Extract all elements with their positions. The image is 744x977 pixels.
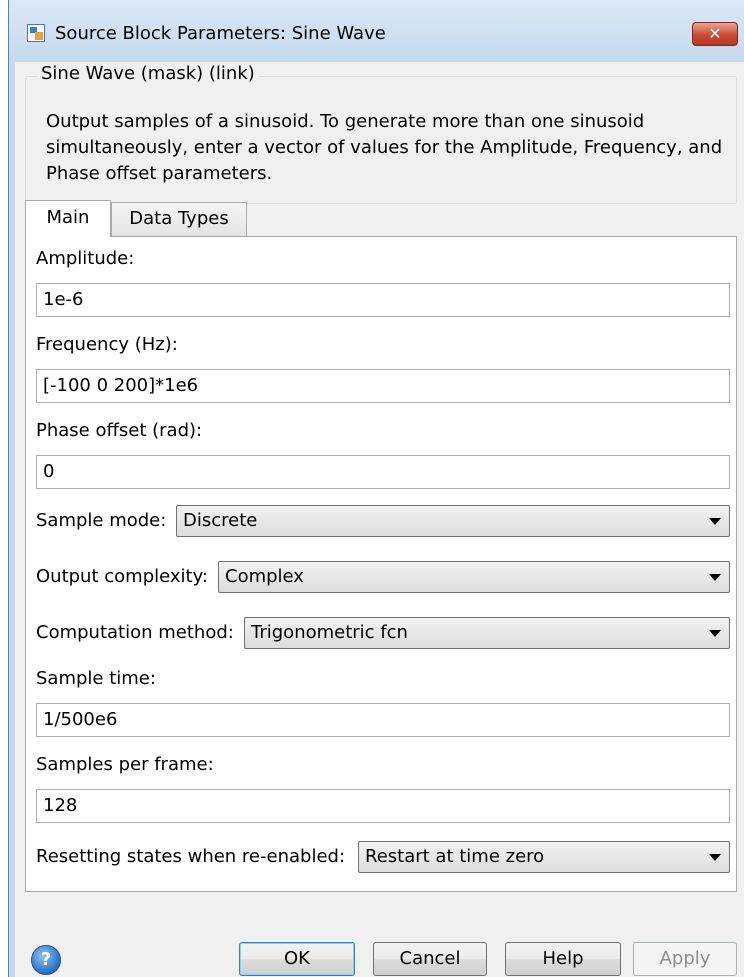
frequency-field[interactable]: [-100 0 200]*1e6 — [36, 369, 730, 403]
tab-main[interactable]: Main — [25, 200, 111, 237]
output-complexity-select[interactable]: Complex — [218, 561, 730, 593]
resetting-states-value: Restart at time zero — [365, 846, 545, 867]
mask-description: Output samples of a sinusoid. To generat… — [46, 111, 723, 184]
dialog-client: Output samples of a sinusoid. To generat… — [15, 62, 744, 977]
dropdown-arrow-icon — [709, 630, 721, 637]
samples-per-frame-field[interactable]: 128 — [36, 789, 730, 823]
title-bar[interactable]: Source Block Parameters: Sine Wave ✕ — [9, 0, 744, 62]
computation-method-value: Trigonometric fcn — [251, 622, 408, 643]
computation-method-label: Computation method: — [36, 622, 234, 643]
samples-per-frame-label: Samples per frame: — [36, 754, 214, 775]
output-complexity-value: Complex — [225, 566, 304, 587]
simulink-block-icon — [27, 24, 45, 42]
computation-method-select[interactable]: Trigonometric fcn — [244, 617, 730, 649]
sample-time-field[interactable]: 1/500e6 — [36, 703, 730, 737]
window-title: Source Block Parameters: Sine Wave — [55, 23, 386, 44]
amplitude-label: Amplitude: — [36, 248, 135, 269]
resetting-states-label: Resetting states when re-enabled: — [36, 846, 346, 867]
dropdown-arrow-icon — [709, 854, 721, 861]
tab-panel-main: Amplitude: 1e-6 Frequency (Hz): [-100 0 … — [25, 236, 737, 892]
dialog-window: Source Block Parameters: Sine Wave ✕ Out… — [8, 0, 744, 977]
phase-offset-label: Phase offset (rad): — [36, 420, 203, 441]
sample-mode-value: Discrete — [183, 510, 258, 531]
ok-button[interactable]: OK — [239, 942, 355, 976]
apply-button[interactable]: Apply — [633, 942, 737, 976]
close-button[interactable]: ✕ — [692, 22, 738, 46]
sample-mode-select[interactable]: Discrete — [176, 505, 730, 537]
phase-offset-field[interactable]: 0 — [36, 455, 730, 489]
help-button[interactable]: Help — [505, 942, 621, 976]
mask-title: Sine Wave (mask) (link) — [37, 62, 259, 86]
sample-time-label: Sample time: — [36, 668, 156, 689]
amplitude-field[interactable]: 1e-6 — [36, 283, 730, 317]
dropdown-arrow-icon — [709, 574, 721, 581]
sample-mode-label: Sample mode: — [36, 510, 167, 531]
mask-description-group: Output samples of a sinusoid. To generat… — [25, 76, 737, 204]
output-complexity-label: Output complexity: — [36, 566, 208, 587]
resetting-states-select[interactable]: Restart at time zero — [358, 841, 730, 873]
cancel-button[interactable]: Cancel — [373, 942, 487, 976]
help-icon[interactable]: ? — [31, 945, 61, 975]
dropdown-arrow-icon — [709, 518, 721, 525]
tab-data-types[interactable]: Data Types — [111, 202, 247, 236]
frequency-label: Frequency (Hz): — [36, 334, 178, 355]
